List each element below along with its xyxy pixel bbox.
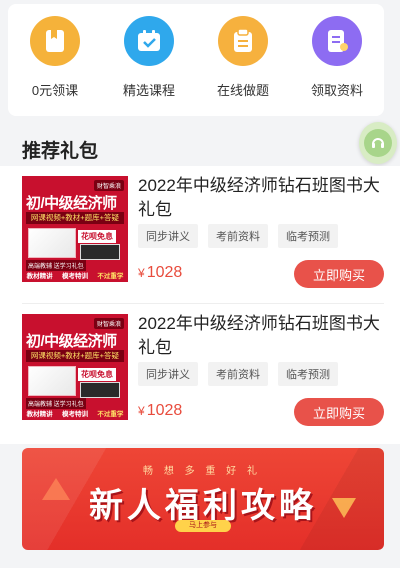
newcomer-benefits-banner[interactable]: 畅 想 多 重 好 礼 新人福利攻略 马上参与 xyxy=(22,448,384,550)
video-screen-image xyxy=(80,382,120,398)
headset-icon xyxy=(364,129,392,157)
thumb-subtitle: 网课视频+教材+题库+答疑 xyxy=(26,350,124,362)
product-tags: 同步讲义 考前资料 临考预测 xyxy=(138,224,338,248)
product-title[interactable]: 2022年中级经济师钻石班图书大礼包 xyxy=(138,174,386,222)
document-icon xyxy=(312,16,362,66)
thumb-gift: 高端教辅 送学习礼包 xyxy=(26,260,86,271)
price-value: 1028 xyxy=(146,402,183,419)
product-tag: 考前资料 xyxy=(208,362,268,386)
thumb-footer-item: 模考特训 xyxy=(61,273,88,280)
calendar-check-icon xyxy=(124,16,174,66)
product-list: 财智乘浪 初/中级经济师 网课视频+教材+题库+答疑 花呗免息 高端教辅 送学习… xyxy=(0,166,400,444)
thumb-footer-item: 不过重学 xyxy=(97,411,124,418)
category-online-practice[interactable]: 在线做题 xyxy=(198,16,288,116)
thumb-footer-item: 教材精讲 xyxy=(26,411,53,418)
thumb-badge: 财智乘浪 xyxy=(93,180,124,191)
product-tag: 临考预测 xyxy=(278,224,338,248)
category-label: 精选课程 xyxy=(122,83,175,98)
thumb-promo: 花呗免息 xyxy=(78,368,116,381)
product-tag: 临考预测 xyxy=(278,362,338,386)
price-value: 1028 xyxy=(146,264,183,281)
banner-cta-button[interactable]: 马上参与 xyxy=(175,520,231,532)
thumb-footer-item: 不过重学 xyxy=(97,273,124,280)
thumb-footer: 教材精讲 模考特训 不过重学 xyxy=(22,272,128,282)
product-price: ¥1028 xyxy=(138,402,182,420)
category-free-course[interactable]: 0元领课 xyxy=(10,16,100,116)
book-stack-image xyxy=(28,366,76,396)
category-label: 领取资料 xyxy=(310,83,363,98)
floating-service-button[interactable] xyxy=(359,122,397,164)
clipboard-icon xyxy=(218,16,268,66)
category-panel: 0元领课 精选课程 在线做题 领取资料 xyxy=(8,4,384,116)
product-card[interactable]: 财智乘浪 初/中级经济师 网课视频+教材+题库+答疑 花呗免息 高端教辅 送学习… xyxy=(0,304,400,444)
product-tags: 同步讲义 考前资料 临考预测 xyxy=(138,362,338,386)
product-card[interactable]: 财智乘浪 初/中级经济师 网课视频+教材+题库+答疑 花呗免息 高端教辅 送学习… xyxy=(0,166,400,306)
currency-symbol: ¥ xyxy=(138,404,145,418)
category-label: 0元领课 xyxy=(31,83,79,98)
product-thumbnail[interactable]: 财智乘浪 初/中级经济师 网课视频+教材+题库+答疑 花呗免息 高端教辅 送学习… xyxy=(22,176,128,282)
product-title[interactable]: 2022年中级经济师钻石班图书大礼包 xyxy=(138,312,386,360)
thumb-badge: 财智乘浪 xyxy=(93,318,124,329)
thumb-promo: 花呗免息 xyxy=(78,230,116,243)
buy-now-button[interactable]: 立即购买 xyxy=(294,398,384,426)
thumb-subtitle: 网课视频+教材+题库+答疑 xyxy=(26,212,124,224)
buy-now-button[interactable]: 立即购买 xyxy=(294,260,384,288)
thumb-gift: 高端教辅 送学习礼包 xyxy=(26,398,86,409)
thumb-footer: 教材精讲 模考特训 不过重学 xyxy=(22,410,128,420)
video-screen-image xyxy=(80,244,120,260)
banner-subtitle: 畅 想 多 重 好 礼 xyxy=(143,466,261,477)
product-tag: 同步讲义 xyxy=(138,362,198,386)
section-title: 推荐礼包 xyxy=(22,141,99,162)
product-price: ¥1028 xyxy=(138,264,182,282)
product-tag: 同步讲义 xyxy=(138,224,198,248)
category-get-materials[interactable]: 领取资料 xyxy=(292,16,382,116)
thumb-title: 初/中级经济师 xyxy=(26,195,117,212)
thumb-footer-item: 模考特训 xyxy=(61,411,88,418)
product-tag: 考前资料 xyxy=(208,224,268,248)
product-thumbnail[interactable]: 财智乘浪 初/中级经济师 网课视频+教材+题库+答疑 花呗免息 高端教辅 送学习… xyxy=(22,314,128,420)
thumb-title: 初/中级经济师 xyxy=(26,333,117,350)
currency-symbol: ¥ xyxy=(138,266,145,280)
thumb-footer-item: 教材精讲 xyxy=(26,273,53,280)
category-featured-course[interactable]: 精选课程 xyxy=(104,16,194,116)
bookmark-book-icon xyxy=(30,16,80,66)
category-label: 在线做题 xyxy=(216,83,269,98)
book-stack-image xyxy=(28,228,76,258)
